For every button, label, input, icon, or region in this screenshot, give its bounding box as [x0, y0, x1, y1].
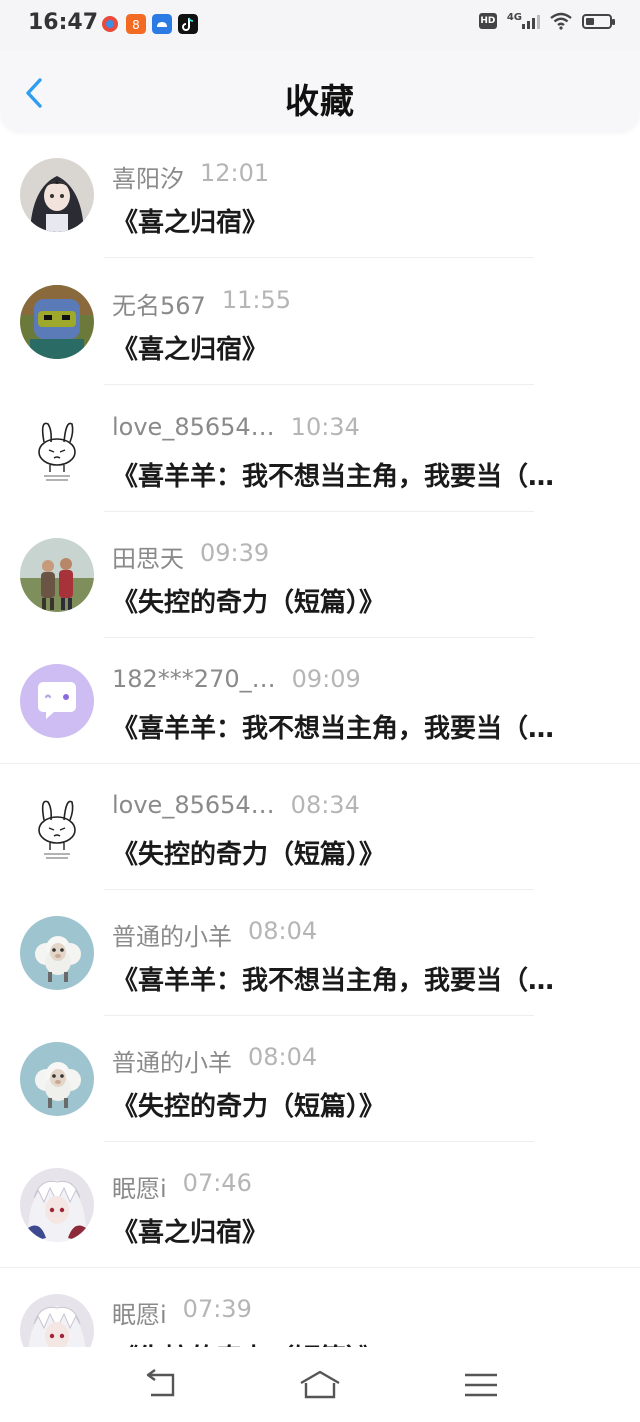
item-meta: 普通的小羊 08:04: [112, 1043, 317, 1078]
favorite-item[interactable]: 普通的小羊 08:04 《失控的奇力（短篇）》: [0, 1016, 640, 1142]
story-title[interactable]: 《喜之归宿》: [112, 329, 624, 366]
browser-app-icon: [102, 16, 118, 32]
username[interactable]: love_85654…: [112, 413, 275, 441]
timestamp: 09:39: [200, 539, 270, 567]
divider: [104, 257, 534, 258]
item-meta: love_85654… 08:34: [112, 791, 360, 819]
favorite-item[interactable]: 田思天 09:39 《失控的奇力（短篇）》: [0, 512, 640, 638]
user-avatar[interactable]: [20, 1042, 94, 1116]
signal-icon: [522, 13, 540, 29]
item-meta: 眠愿i 07:39: [112, 1295, 252, 1330]
story-title[interactable]: 《失控的奇力（短篇）》: [112, 1338, 624, 1347]
status-time: 16:47: [28, 10, 99, 35]
timestamp: 09:09: [291, 665, 361, 693]
username[interactable]: 普通的小羊: [112, 1043, 232, 1078]
favorite-item[interactable]: 无名567 11:55 《喜之归宿》: [0, 259, 640, 385]
user-avatar[interactable]: [20, 1294, 94, 1347]
username[interactable]: 182***270_…: [112, 665, 276, 693]
user-avatar[interactable]: [20, 285, 94, 359]
user-avatar[interactable]: [20, 158, 94, 232]
favorites-list[interactable]: 喜阳汐 12:01 《喜之归宿》 无名567 11:55 《喜之归宿》 love_85654…: [0, 132, 640, 1347]
username[interactable]: 田思天: [112, 539, 184, 574]
item-meta: 田思天 09:39: [112, 539, 269, 574]
timestamp: 12:01: [200, 159, 270, 187]
notification-icons: 8: [100, 14, 198, 34]
favorite-item[interactable]: 喜阳汐 12:01 《喜之归宿》: [0, 132, 640, 258]
menu-icon[interactable]: [459, 1367, 503, 1403]
user-avatar[interactable]: [20, 916, 94, 990]
cloud-app-icon: [152, 14, 172, 34]
user-avatar[interactable]: [20, 790, 94, 864]
home-icon[interactable]: [298, 1367, 342, 1403]
app-store-icon: 8: [126, 14, 146, 34]
story-title[interactable]: 《失控的奇力（短篇）》: [112, 1086, 624, 1123]
header: 收藏: [0, 50, 640, 132]
timestamp: 08:04: [248, 917, 318, 945]
story-title[interactable]: 《喜羊羊：我不想当主角，我要当（…: [112, 456, 624, 493]
timestamp: 08:04: [248, 1043, 318, 1071]
item-meta: 无名567 11:55: [112, 286, 291, 321]
favorite-item[interactable]: 眠愿i 07:46 《喜之归宿》: [0, 1142, 640, 1268]
story-title[interactable]: 《失控的奇力（短篇）》: [112, 834, 624, 871]
story-title[interactable]: 《失控的奇力（短篇）》: [112, 582, 624, 619]
network-label: 4G: [506, 12, 522, 23]
divider: [104, 384, 534, 385]
timestamp: 11:55: [221, 286, 291, 314]
username[interactable]: 普通的小羊: [112, 917, 232, 952]
item-meta: 普通的小羊 08:04: [112, 917, 317, 952]
username[interactable]: 眠愿i: [112, 1295, 167, 1330]
item-meta: 喜阳汐 12:01: [112, 159, 269, 194]
item-meta: 眠愿i 07:46: [112, 1169, 252, 1204]
username[interactable]: 喜阳汐: [112, 159, 184, 194]
story-title[interactable]: 《喜羊羊：我不想当主角，我要当（…: [112, 708, 624, 745]
timestamp: 07:46: [182, 1169, 252, 1197]
user-avatar[interactable]: [20, 412, 94, 486]
item-meta: love_85654… 10:34: [112, 413, 360, 441]
tiktok-icon: [178, 14, 198, 34]
username[interactable]: 无名567: [112, 286, 206, 321]
wifi-icon: [550, 12, 572, 30]
story-title[interactable]: 《喜羊羊：我不想当主角，我要当（…: [112, 960, 624, 997]
favorite-item[interactable]: 眠愿i 07:39 《失控的奇力（短篇）》: [0, 1268, 640, 1347]
user-avatar[interactable]: [20, 664, 94, 738]
hd-icon: HD: [478, 13, 497, 29]
page-title: 收藏: [285, 82, 355, 122]
favorite-item[interactable]: love_85654… 10:34 《喜羊羊：我不想当主角，我要当（…: [0, 386, 640, 512]
timestamp: 08:34: [290, 791, 360, 819]
story-title[interactable]: 《喜之归宿》: [112, 202, 624, 239]
favorite-item[interactable]: love_85654… 08:34 《失控的奇力（短篇）》: [0, 764, 640, 890]
svg-text:8: 8: [132, 18, 140, 32]
story-title[interactable]: 《喜之归宿》: [112, 1212, 624, 1249]
item-meta: 182***270_… 09:09: [112, 665, 361, 693]
user-avatar[interactable]: [20, 538, 94, 612]
user-avatar[interactable]: [20, 1168, 94, 1242]
timestamp: 07:39: [182, 1295, 252, 1323]
favorite-item[interactable]: 普通的小羊 08:04 《喜羊羊：我不想当主角，我要当（…: [0, 890, 640, 1016]
system-nav-bar: [0, 1347, 640, 1422]
username[interactable]: love_85654…: [112, 791, 275, 819]
back-arrow-icon[interactable]: [139, 1367, 183, 1403]
battery-icon: [582, 13, 615, 29]
status-bar: 16:47 8 HD 4G: [0, 0, 640, 50]
timestamp: 10:34: [290, 413, 360, 441]
favorite-item[interactable]: 182***270_… 09:09 《喜羊羊：我不想当主角，我要当（…: [0, 638, 640, 764]
username[interactable]: 眠愿i: [112, 1169, 167, 1204]
